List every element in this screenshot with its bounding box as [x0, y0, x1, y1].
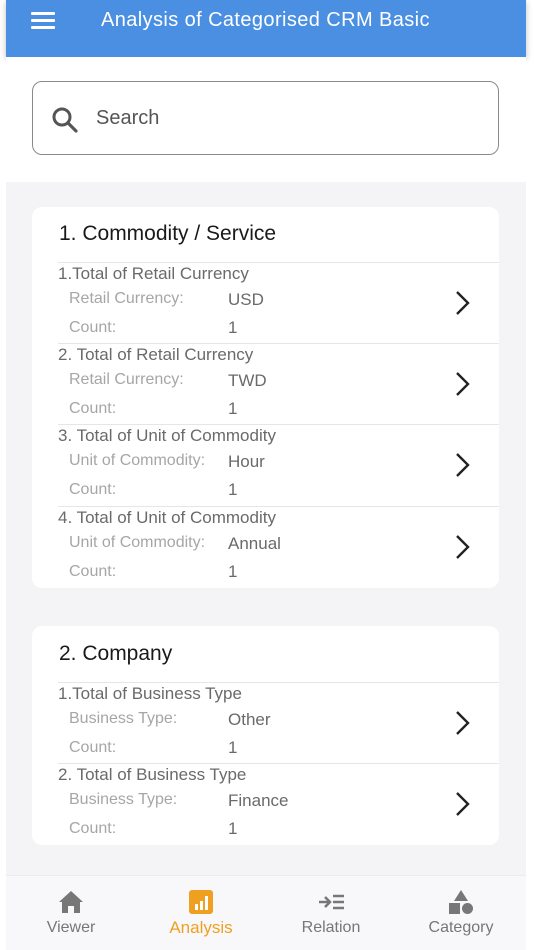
home-icon	[59, 891, 83, 913]
shapes-icon	[449, 890, 473, 914]
chevron-right-icon[interactable]	[453, 289, 473, 317]
count-value: 1	[228, 318, 238, 337]
search-placeholder: Search	[96, 107, 160, 129]
tab-label: Viewer	[46, 919, 96, 936]
search-icon	[52, 107, 78, 133]
count-label: Count:	[69, 739, 117, 756]
hamburger-menu-icon[interactable]	[31, 12, 55, 30]
row-heading: 4. Total of Unit of Commodity	[58, 508, 276, 527]
row-value: Hour	[228, 452, 265, 471]
divider	[58, 424, 499, 425]
count-label: Count:	[69, 400, 117, 417]
row-value: TWD	[228, 371, 267, 390]
row-key-label: Unit of Commodity:	[69, 534, 206, 551]
analysis-row[interactable]: 1.Total of Business Type Business Type: …	[32, 682, 499, 763]
divider	[58, 262, 499, 263]
chevron-right-icon[interactable]	[453, 709, 473, 737]
count-label: Count:	[69, 319, 117, 336]
analysis-row[interactable]: 2. Total of Business Type Business Type:…	[32, 763, 499, 844]
app-frame: Analysis of Categorised CRM Basic Search…	[6, 0, 526, 950]
tab-analysis[interactable]: Analysis	[136, 876, 266, 950]
analysis-row[interactable]: 2. Total of Retail Currency Retail Curre…	[32, 343, 499, 424]
row-value: Finance	[228, 791, 289, 810]
chevron-right-icon[interactable]	[453, 533, 473, 561]
tab-label: Analysis	[169, 918, 233, 937]
chevron-right-icon[interactable]	[453, 790, 473, 818]
chevron-right-icon[interactable]	[453, 451, 473, 479]
analysis-row[interactable]: 1.Total of Retail Currency Retail Curren…	[32, 262, 499, 343]
tab-category[interactable]: Category	[396, 876, 526, 950]
row-value: USD	[228, 290, 264, 309]
divider	[58, 343, 499, 344]
divider	[58, 763, 499, 764]
row-heading: 3. Total of Unit of Commodity	[58, 426, 276, 445]
count-label: Count:	[69, 481, 117, 498]
search-input[interactable]: Search	[32, 81, 499, 155]
analysis-row[interactable]: 3. Total of Unit of Commodity Unit of Co…	[32, 424, 499, 505]
row-key-label: Business Type:	[69, 791, 178, 808]
relation-icon	[319, 894, 344, 910]
divider	[58, 506, 499, 507]
row-value: Other	[228, 710, 271, 729]
row-heading: 1.Total of Retail Currency	[58, 264, 249, 283]
tab-label: Relation	[301, 919, 361, 936]
row-value: Annual	[228, 534, 281, 553]
section-title: 2. Company	[59, 642, 173, 665]
chevron-right-icon[interactable]	[453, 370, 473, 398]
bar-chart-icon	[189, 890, 213, 914]
count-value: 1	[228, 399, 238, 418]
count-value: 1	[228, 562, 238, 581]
row-key-label: Retail Currency:	[69, 371, 184, 388]
app-bar: Analysis of Categorised CRM Basic	[6, 0, 526, 57]
tab-viewer[interactable]: Viewer	[6, 876, 136, 950]
row-heading: 2. Total of Business Type	[58, 765, 247, 784]
count-value: 1	[228, 819, 238, 838]
count-label: Count:	[69, 563, 117, 580]
search-area: Search	[6, 57, 526, 182]
tab-relation[interactable]: Relation	[266, 876, 396, 950]
row-key-label: Retail Currency:	[69, 290, 184, 307]
divider	[58, 682, 499, 683]
bottom-tab-bar: Viewer Analysis Relation Category	[6, 875, 526, 950]
count-label: Count:	[69, 820, 117, 837]
row-key-label: Business Type:	[69, 710, 178, 727]
row-heading: 1.Total of Business Type	[58, 684, 242, 703]
section-title: 1. Commodity / Service	[59, 222, 277, 245]
analysis-row[interactable]: 4. Total of Unit of Commodity Unit of Co…	[32, 506, 499, 587]
row-heading: 2. Total of Retail Currency	[58, 345, 254, 364]
section-card-company: 2. Company 1.Total of Business Type Busi…	[32, 626, 499, 845]
count-value: 1	[228, 480, 238, 499]
page-title: Analysis of Categorised CRM Basic	[101, 9, 430, 31]
section-card-commodity: 1. Commodity / Service 1.Total of Retail…	[32, 207, 499, 588]
row-key-label: Unit of Commodity:	[69, 452, 206, 469]
tab-label: Category	[428, 919, 494, 936]
count-value: 1	[228, 738, 238, 757]
